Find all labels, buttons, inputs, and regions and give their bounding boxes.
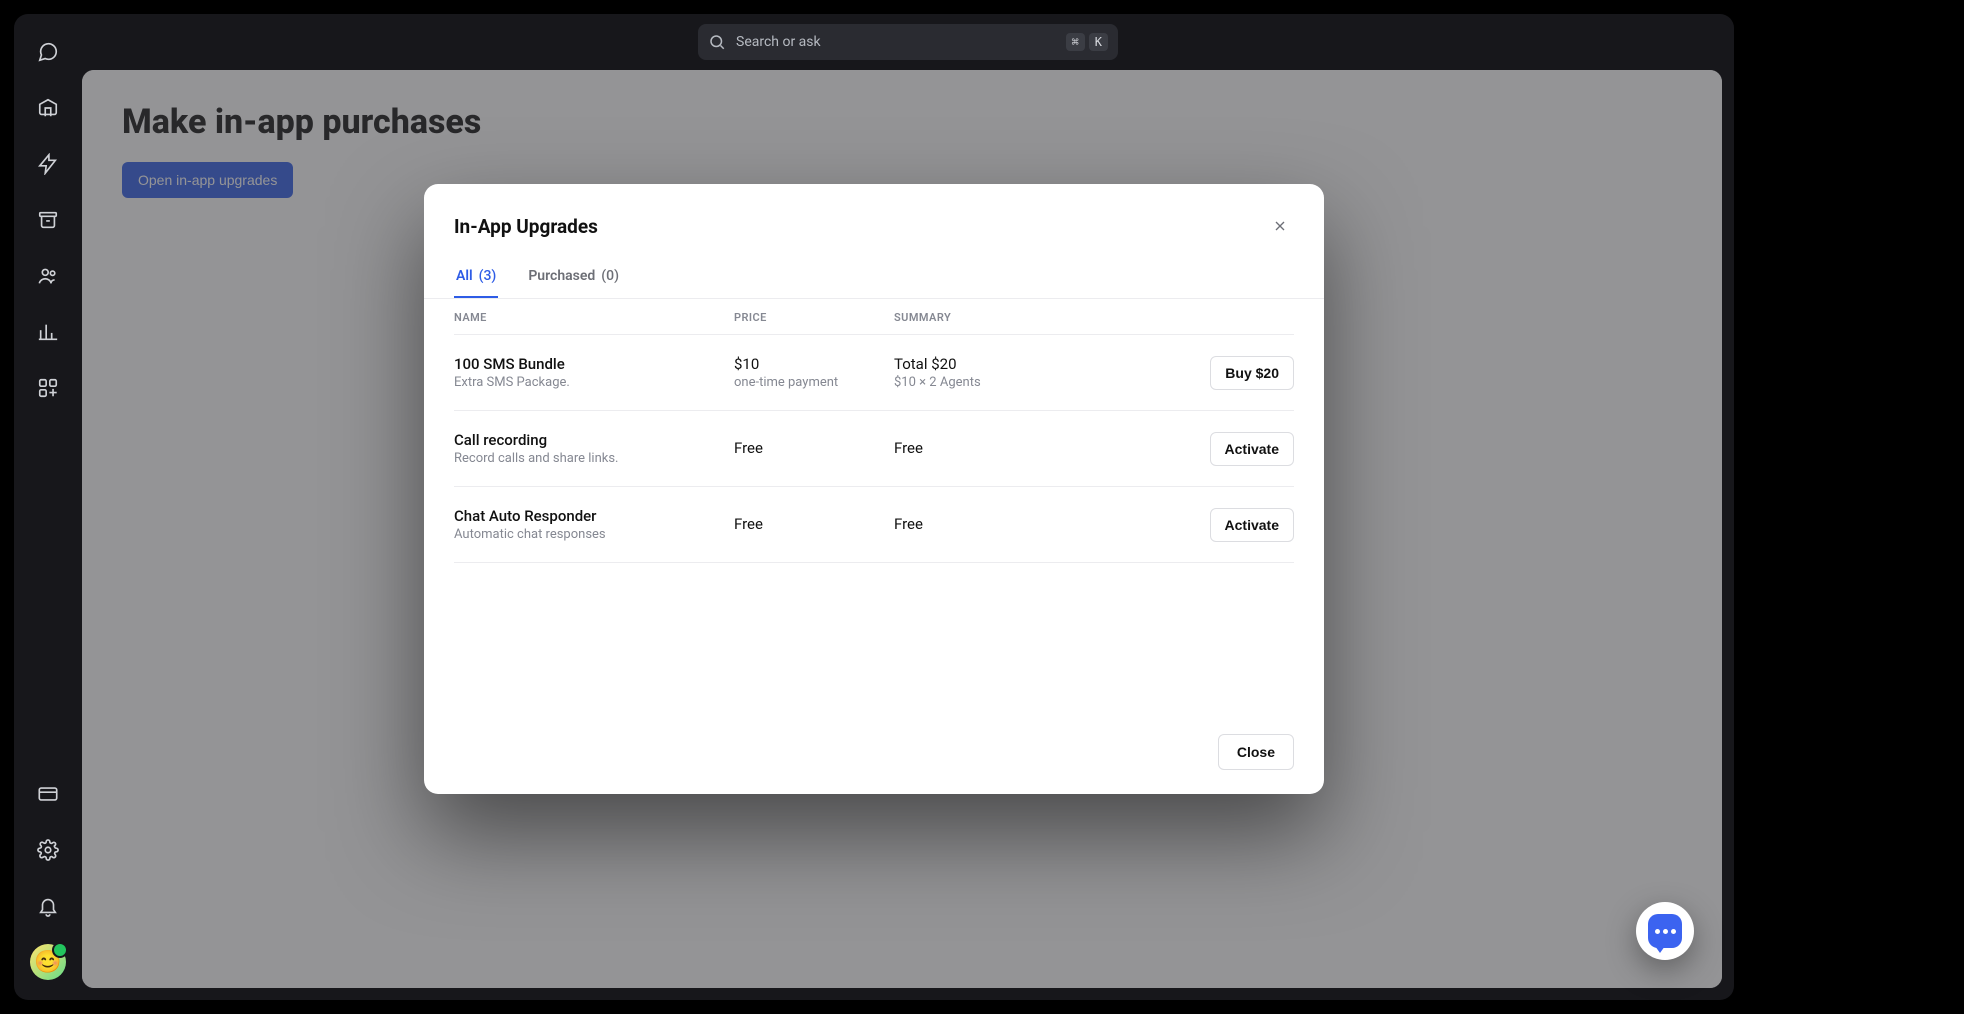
row-summary: Free — [894, 515, 1154, 533]
row-price: Free — [734, 515, 894, 533]
sidebar: 😊 — [14, 14, 82, 1000]
row-desc: Record calls and share links. — [454, 451, 734, 466]
row-name: 100 SMS Bundle — [454, 355, 734, 373]
search-input[interactable]: Search or ask ⌘ K — [698, 24, 1118, 60]
buy-button[interactable]: Buy $20 — [1210, 356, 1294, 390]
tab-all-label: All — [456, 268, 473, 284]
row-desc: Automatic chat responses — [454, 527, 734, 542]
activate-button[interactable]: Activate — [1210, 432, 1294, 466]
people-icon[interactable] — [30, 258, 66, 294]
row-price: Free — [734, 439, 894, 457]
modal-footer: Close — [454, 734, 1294, 770]
apps-grid-icon[interactable] — [30, 370, 66, 406]
activate-button[interactable]: Activate — [1210, 508, 1294, 542]
avatar-emoji: 😊 — [34, 950, 61, 975]
col-name: NAME — [454, 311, 734, 324]
col-summary: SUMMARY — [894, 311, 1154, 324]
chat-bubble-icon — [1648, 914, 1682, 948]
bar-chart-icon[interactable] — [30, 314, 66, 350]
tab-purchased-label: Purchased — [528, 268, 595, 284]
open-upgrades-button[interactable]: Open in-app upgrades — [122, 162, 293, 198]
row-summary: Total $20 — [894, 355, 1154, 373]
row-summary: Free — [894, 439, 1154, 457]
avatar[interactable]: 😊 — [30, 944, 66, 980]
bell-icon[interactable] — [30, 888, 66, 924]
row-name: Chat Auto Responder — [454, 507, 734, 525]
kbd-k: K — [1089, 33, 1108, 51]
close-button[interactable]: Close — [1218, 734, 1294, 770]
tab-all[interactable]: All (3) — [454, 258, 498, 298]
row-name: Call recording — [454, 431, 734, 449]
topbar: Search or ask ⌘ K — [82, 14, 1734, 70]
tab-purchased-count: (0) — [601, 268, 619, 284]
bolt-icon[interactable] — [30, 146, 66, 182]
row-desc: Extra SMS Package. — [454, 375, 734, 390]
table-row: Chat Auto Responder Automatic chat respo… — [454, 487, 1294, 563]
gear-icon[interactable] — [30, 832, 66, 868]
tab-all-count: (3) — [479, 268, 497, 284]
search-shortcut: ⌘ K — [1066, 33, 1108, 51]
tabs: All (3) Purchased (0) — [424, 258, 1324, 299]
page-title: Make in-app purchases — [122, 102, 1682, 142]
app-frame: 😊 Search or ask ⌘ K Make in-app purchase… — [14, 14, 1734, 1000]
archive-icon[interactable] — [30, 202, 66, 238]
row-price-sub: one-time payment — [734, 375, 894, 390]
table-head: NAME PRICE SUMMARY — [454, 301, 1294, 335]
search-icon — [708, 33, 726, 51]
credit-card-icon[interactable] — [30, 776, 66, 812]
close-icon[interactable] — [1266, 212, 1294, 240]
chat-icon[interactable] — [30, 34, 66, 70]
col-price: PRICE — [734, 311, 894, 324]
chat-launcher[interactable] — [1636, 902, 1694, 960]
modal-title: In-App Upgrades — [454, 215, 598, 238]
kbd-cmd: ⌘ — [1066, 33, 1085, 51]
modal-header: In-App Upgrades — [454, 212, 1294, 240]
table-row: 100 SMS Bundle Extra SMS Package. $10 on… — [454, 335, 1294, 411]
row-price: $10 — [734, 355, 894, 373]
row-summary-sub: $10 × 2 Agents — [894, 375, 1154, 390]
search-placeholder: Search or ask — [736, 34, 1056, 50]
tab-purchased[interactable]: Purchased (0) — [526, 258, 621, 298]
table-row: Call recording Record calls and share li… — [454, 411, 1294, 487]
upgrades-modal: In-App Upgrades All (3) Purchased (0) NA… — [424, 184, 1324, 794]
inbox-arrow-icon[interactable] — [30, 90, 66, 126]
